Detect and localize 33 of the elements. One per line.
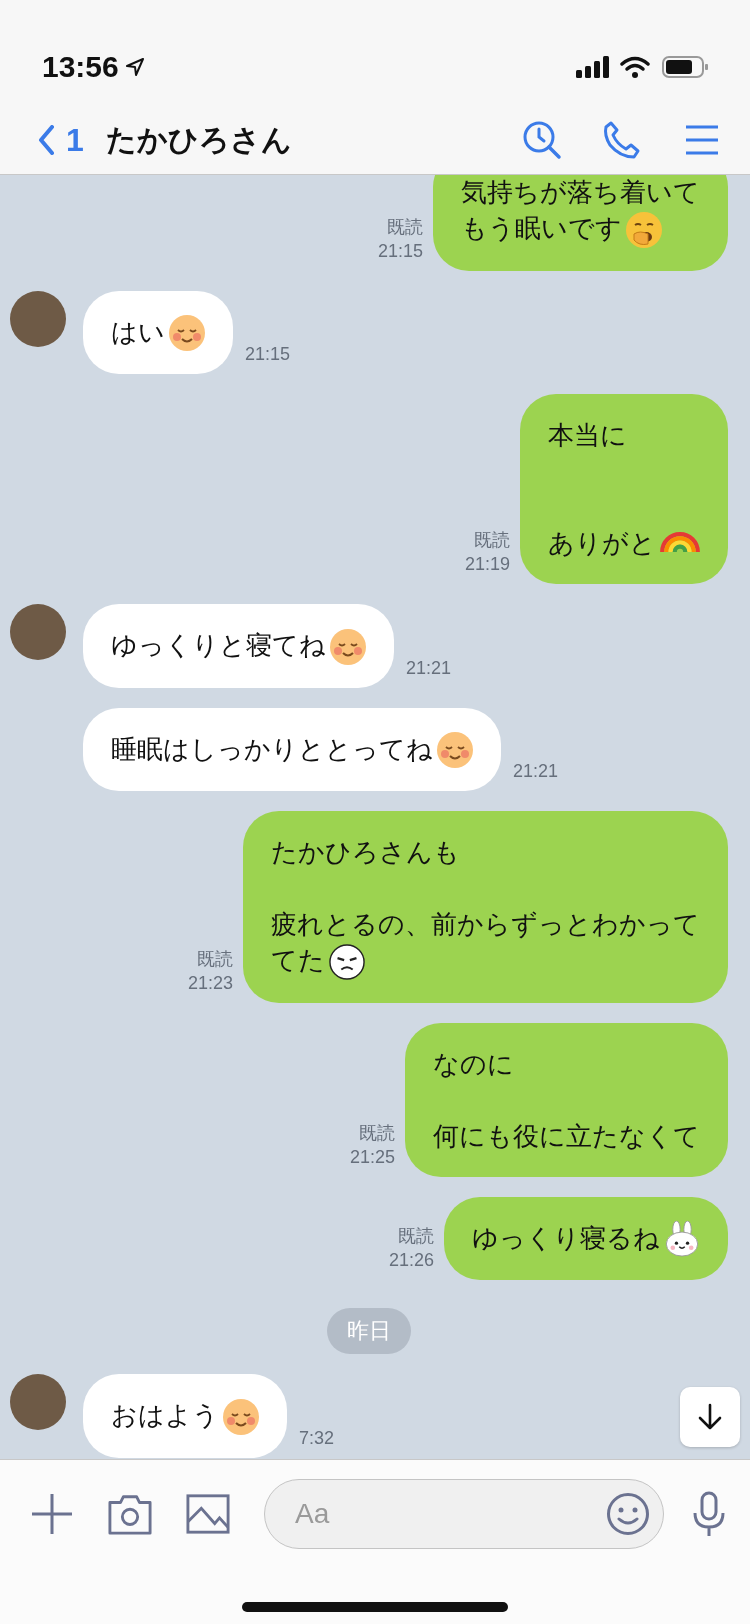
message-text: もう眠いです	[461, 213, 622, 243]
message-time: 21:15	[245, 343, 291, 366]
message-text: 疲れとるの、前からずっとわかって	[271, 909, 700, 939]
message-text: おはよう	[111, 1400, 219, 1430]
read-receipt: 既読	[359, 1121, 395, 1145]
message-time: 21:23	[187, 971, 233, 995]
read-receipt: 既読	[474, 529, 510, 552]
date-chip: 昨日	[327, 1308, 411, 1354]
message-time: 21:25	[349, 1145, 395, 1169]
message-text: ゆっくり寝るね	[472, 1222, 660, 1253]
message-time: 21:19	[464, 553, 510, 576]
read-receipt: 既読	[398, 1225, 434, 1248]
message-time: 21:26	[388, 1249, 434, 1272]
message-text: てた	[271, 945, 325, 975]
message-input-field[interactable]: Aa	[264, 1479, 664, 1549]
message-text: なのに	[433, 1048, 514, 1079]
message-text: 睡眠はしっかりととってね	[111, 733, 433, 764]
back-button[interactable]: 1	[38, 121, 84, 159]
message-time: 21:21	[406, 656, 452, 680]
message-text: ありがと	[548, 528, 656, 558]
message-time: 21:21	[513, 760, 559, 783]
message-text: 気持ちが落ち着いて	[461, 177, 700, 207]
read-receipt: 既読	[387, 215, 423, 239]
message-text: 本当に	[548, 420, 627, 450]
message-text: はい	[111, 316, 165, 347]
message-text: ゆっくりと寝てね	[111, 630, 326, 660]
chat-title: たかひろさん	[105, 120, 292, 159]
message-time: 7:32	[299, 1426, 335, 1450]
read-receipt: 既読	[197, 947, 233, 971]
message-text: 何にも役に立たなくて	[433, 1120, 700, 1151]
message-time: 21:15	[377, 239, 423, 263]
status-time: 13:56	[42, 50, 119, 84]
message-text: たかひろさんも	[271, 837, 460, 867]
